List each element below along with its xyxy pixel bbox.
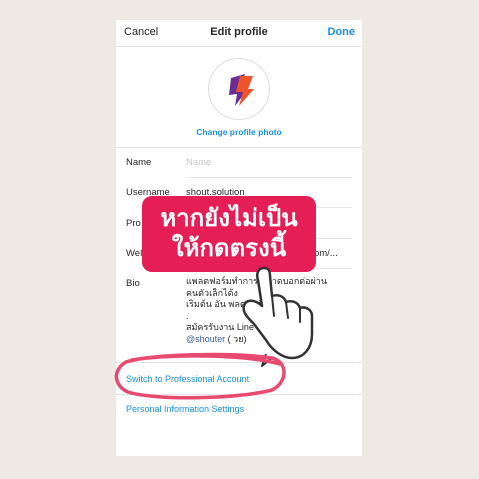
- callout-banner-line-2: ให้กดตรงนี้: [171, 235, 287, 262]
- done-button[interactable]: Done: [328, 26, 356, 38]
- website-label: Wel: [126, 248, 143, 259]
- navbar: Cancel Edit profile Done: [116, 20, 362, 46]
- navbar-divider: [116, 46, 362, 47]
- change-profile-photo-link[interactable]: Change profile photo: [116, 127, 362, 137]
- highlight-circle: [114, 352, 286, 400]
- personal-information-settings-link[interactable]: Personal Information Settings: [126, 404, 244, 414]
- section-divider: [116, 147, 362, 148]
- avatar[interactable]: [208, 58, 270, 120]
- callout-banner-line-1: หากยังไม่เป็น: [160, 205, 298, 232]
- name-field[interactable]: Name: [186, 157, 211, 168]
- bio-label: Bio: [126, 278, 140, 289]
- page-title: Edit profile: [210, 26, 268, 38]
- bio-mention[interactable]: @shouter: [186, 334, 225, 344]
- callout-banner: หากยังไม่เป็น ให้กดตรงนี้: [142, 196, 316, 272]
- pronouns-label: Pro: [126, 218, 141, 229]
- name-label: Name: [126, 157, 152, 168]
- name-divider: [186, 177, 352, 178]
- brand-logo-icon: [229, 74, 254, 106]
